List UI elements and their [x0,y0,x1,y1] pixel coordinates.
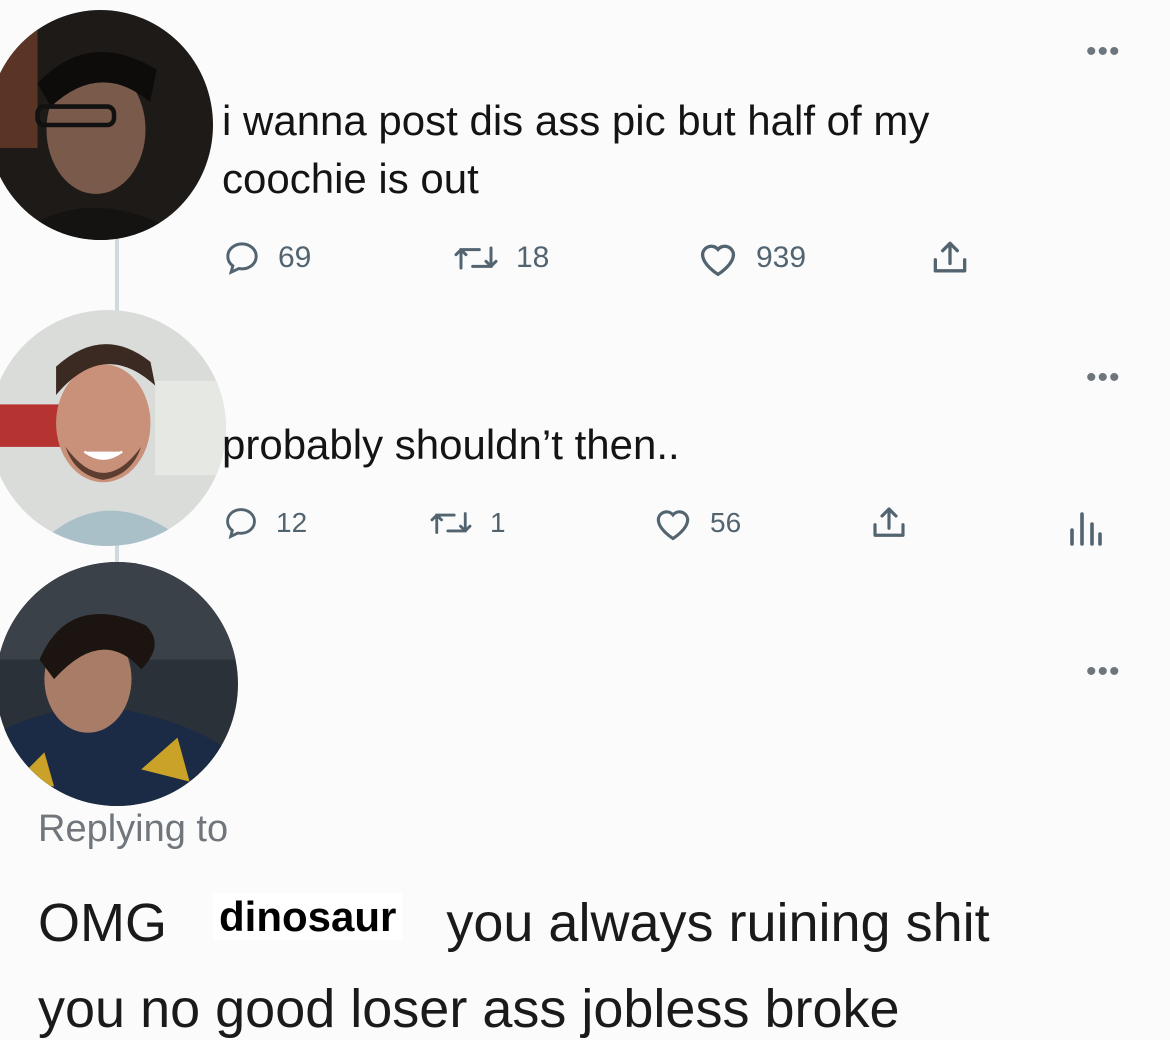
analytics-button[interactable] [1066,506,1102,546]
avatar[interactable] [0,310,226,546]
tweet-text: probably shouldn’t then.. [222,416,680,474]
reply-icon [226,242,258,275]
thread-line-1 [115,232,119,322]
share-button[interactable] [868,502,910,544]
more-options-icon[interactable]: ••• [1086,363,1121,393]
reply-text-line-cut: you no good loser ass jobless broke [38,979,900,1039]
retweet-button[interactable]: 1 [428,504,506,542]
reply-count: 69 [278,241,312,274]
like-count: 939 [756,241,807,274]
share-button[interactable] [928,236,972,280]
share-icon [873,507,905,537]
more-options-icon[interactable]: ••• [1086,657,1121,687]
reply-suffix: you always ruining shit [446,893,990,953]
avatar[interactable] [0,10,213,240]
heart-icon [700,244,736,277]
like-button[interactable]: 939 [696,238,806,278]
retweet-button[interactable]: 18 [452,238,549,278]
retweet-icon [430,512,472,534]
share-icon [933,241,967,273]
like-button[interactable]: 56 [652,504,741,542]
avatar[interactable] [0,562,238,806]
replying-to-label: Replying to [38,808,229,850]
tweet-text-line: coochie is out [222,155,479,202]
retweet-count: 18 [516,241,550,274]
retweet-count: 1 [490,507,506,538]
reply-button[interactable]: 12 [222,504,307,542]
analytics-icon [1070,512,1102,546]
retweet-icon [454,246,498,270]
reply-count: 12 [276,507,308,538]
reply-icon [226,508,256,540]
more-options-icon[interactable]: ••• [1086,37,1121,67]
like-count: 56 [710,507,742,538]
tweet-text: i wanna post dis ass pic but half of my … [222,92,929,208]
name-sticker: dinosaur [213,893,403,940]
reply-prefix: OMG [38,893,167,953]
tweet-text-line: probably shouldn’t then.. [222,421,680,468]
heart-icon [656,510,690,541]
reply-text: OMG dinosaur you always ruining shit [38,892,990,954]
reply-button[interactable]: 69 [222,238,311,278]
tweet-text-line: i wanna post dis ass pic but half of my [222,97,930,144]
